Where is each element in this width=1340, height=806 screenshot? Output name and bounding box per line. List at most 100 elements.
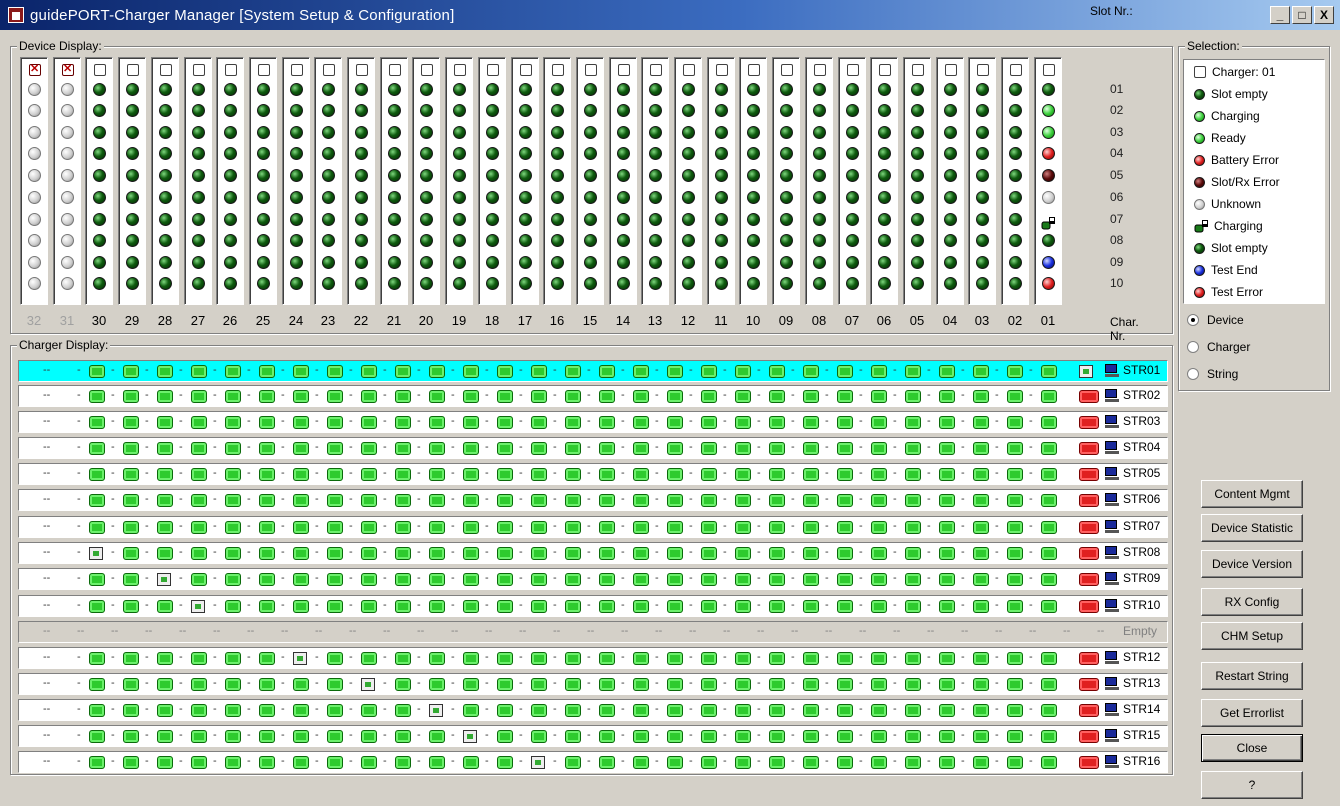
- radio-string[interactable]: String: [1187, 367, 1238, 381]
- charger-block[interactable]: [973, 390, 989, 403]
- slot-led[interactable]: [551, 83, 564, 96]
- slot-led[interactable]: [355, 147, 368, 160]
- charger-block[interactable]: [497, 678, 513, 691]
- charger-block[interactable]: [225, 756, 241, 769]
- device-column-32[interactable]: [20, 57, 48, 305]
- slot-led[interactable]: [649, 104, 662, 117]
- device-column-17[interactable]: [511, 57, 539, 305]
- slot-led[interactable]: [61, 213, 74, 226]
- charger-block[interactable]: [871, 730, 887, 743]
- charger-block[interactable]: [191, 652, 207, 665]
- charger-block[interactable]: [973, 678, 989, 691]
- slot-led[interactable]: [61, 191, 74, 204]
- charger-block[interactable]: [837, 652, 853, 665]
- slot-led[interactable]: [911, 191, 924, 204]
- charger-block[interactable]: [939, 365, 955, 378]
- charger-block[interactable]: [565, 494, 581, 507]
- charger-block[interactable]: [803, 468, 819, 481]
- charger-block[interactable]: [327, 600, 343, 613]
- charger-block[interactable]: [565, 521, 581, 534]
- slot-led[interactable]: [453, 126, 466, 139]
- slot-led[interactable]: [813, 213, 826, 226]
- slot-led[interactable]: [224, 83, 237, 96]
- charger-block[interactable]: [259, 704, 275, 717]
- slot-led[interactable]: [551, 213, 564, 226]
- device-column-09[interactable]: [772, 57, 800, 305]
- slot-led[interactable]: [355, 126, 368, 139]
- charger-block[interactable]: [599, 704, 615, 717]
- slot-led[interactable]: [159, 256, 172, 269]
- charger-slot-icon[interactable]: [361, 678, 375, 691]
- charger-block[interactable]: [735, 390, 751, 403]
- charger-slot-icon[interactable]: [531, 756, 545, 769]
- charger-block[interactable]: [89, 573, 105, 586]
- charger-block[interactable]: [327, 573, 343, 586]
- charger-block[interactable]: [497, 573, 513, 586]
- charger-block[interactable]: [565, 547, 581, 560]
- slot-led[interactable]: [192, 147, 205, 160]
- charger-block[interactable]: [701, 756, 717, 769]
- charger-block[interactable]: [735, 756, 751, 769]
- charger-row-str08[interactable]: -- - - - - - - - - - - - - - - - - - - - - - - - - - - - - - STR08: [18, 542, 1168, 564]
- charger-block[interactable]: [565, 365, 581, 378]
- chm-setup-button[interactable]: CHM Setup: [1201, 622, 1303, 650]
- charger-block[interactable]: [361, 600, 377, 613]
- charger-block[interactable]: [429, 730, 445, 743]
- slot-led[interactable]: [1009, 169, 1022, 182]
- charger-block[interactable]: [871, 416, 887, 429]
- slot-led[interactable]: [584, 147, 597, 160]
- charger-block[interactable]: [565, 600, 581, 613]
- charger-block[interactable]: [395, 442, 411, 455]
- slot-led[interactable]: [486, 277, 499, 290]
- charger-block[interactable]: [837, 678, 853, 691]
- slot-led[interactable]: [649, 213, 662, 226]
- charger-block[interactable]: [803, 756, 819, 769]
- charger-block[interactable]: [123, 547, 139, 560]
- charger-block[interactable]: [633, 390, 649, 403]
- charger-block[interactable]: [701, 730, 717, 743]
- slot-led[interactable]: [846, 256, 859, 269]
- slot-led[interactable]: [878, 213, 891, 226]
- charger-block[interactable]: [293, 704, 309, 717]
- charger-block[interactable]: [701, 573, 717, 586]
- charger-block[interactable]: [293, 730, 309, 743]
- charger-block[interactable]: [633, 416, 649, 429]
- slot-led[interactable]: [682, 234, 695, 247]
- charger-row-str05[interactable]: -- - - - - - - - - - - - - - - - - - - - - - - - - - - - - - STR05: [18, 463, 1168, 485]
- charger-block[interactable]: [293, 678, 309, 691]
- slot-led[interactable]: [780, 256, 793, 269]
- slot-led[interactable]: [649, 234, 662, 247]
- charger-block[interactable]: [939, 547, 955, 560]
- slot-led[interactable]: [322, 83, 335, 96]
- charger-block[interactable]: [837, 365, 853, 378]
- charger-block[interactable]: [1041, 600, 1057, 613]
- charger-block[interactable]: [667, 494, 683, 507]
- slot-led[interactable]: [388, 169, 401, 182]
- slot-led[interactable]: [813, 191, 826, 204]
- slot-led[interactable]: [61, 234, 74, 247]
- charger-block[interactable]: [123, 365, 139, 378]
- charger-block[interactable]: [599, 365, 615, 378]
- charger-block[interactable]: [735, 468, 751, 481]
- slot-led[interactable]: [551, 191, 564, 204]
- slot-led[interactable]: [28, 169, 41, 182]
- slot-led[interactable]: [813, 277, 826, 290]
- device-column-06[interactable]: [870, 57, 898, 305]
- charger-block[interactable]: [905, 390, 921, 403]
- slot-led[interactable]: [846, 147, 859, 160]
- slot-led[interactable]: [355, 277, 368, 290]
- slot-led[interactable]: [28, 234, 41, 247]
- charger-block[interactable]: [803, 494, 819, 507]
- charger-row-empty[interactable]: -- -- -- -- -- -- -- -- -- -- -- -- -- -- -- -- -- -- -- --…: [18, 621, 1168, 643]
- slot-led[interactable]: [944, 256, 957, 269]
- charger-block[interactable]: [837, 573, 853, 586]
- charger-row-str16[interactable]: -- - - - - - - - - - - - - - - - - - - - - - - - - - - - - - STR16: [18, 751, 1168, 773]
- slot-led[interactable]: [257, 147, 270, 160]
- slot-led[interactable]: [878, 104, 891, 117]
- device-column-26[interactable]: [216, 57, 244, 305]
- charger-block[interactable]: [939, 730, 955, 743]
- charger-block[interactable]: [395, 678, 411, 691]
- slot-led[interactable]: [519, 256, 532, 269]
- charger-block[interactable]: [293, 442, 309, 455]
- charger-block[interactable]: [191, 494, 207, 507]
